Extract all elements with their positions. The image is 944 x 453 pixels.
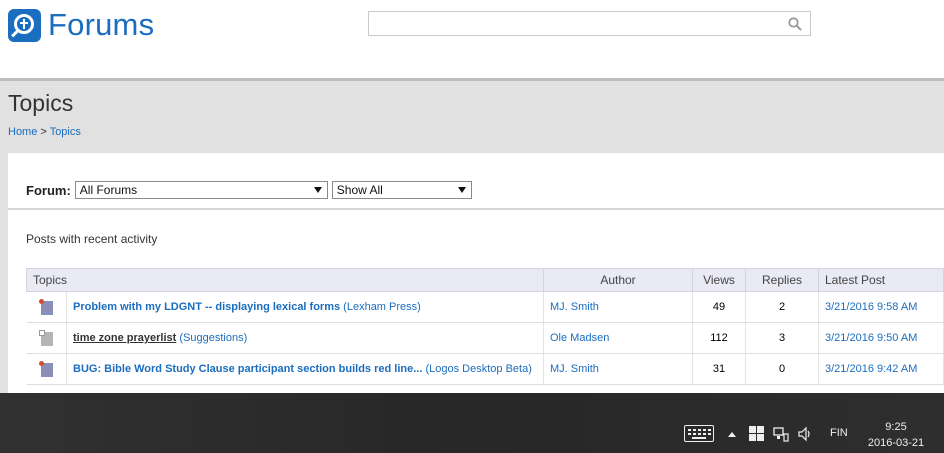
chevron-down-icon: [457, 187, 466, 193]
replies-cell: 3: [745, 322, 819, 354]
table-row[interactable]: time zone prayerlist (Suggestions) Ole Ma…: [26, 322, 944, 354]
chevron-down-icon: [313, 187, 322, 193]
table-row[interactable]: BUG: Bible Word Study Clause participant…: [26, 353, 944, 385]
clock[interactable]: 9:25 2016-03-21: [866, 419, 926, 451]
clock-time: 9:25: [885, 421, 907, 433]
replies-cell: 0: [745, 353, 819, 385]
breadcrumb: Home > Topics: [8, 126, 81, 138]
author-link[interactable]: MJ. Smith: [550, 301, 599, 313]
header-latest-post[interactable]: Latest Post: [818, 268, 944, 292]
page-title: Topics: [8, 90, 74, 116]
forum-select-value: All Forums: [79, 183, 138, 197]
topic-cell: Problem with my LDGNT -- displaying lexi…: [66, 291, 544, 323]
latest-post-cell: 3/21/2016 9:58 AM: [818, 291, 944, 323]
topic-title-link[interactable]: Problem with my LDGNT -- displaying lexi…: [73, 301, 340, 313]
search-icon[interactable]: [788, 17, 802, 31]
card-divider: [8, 208, 944, 210]
windows-icon[interactable]: [749, 426, 765, 442]
volume-icon[interactable]: [797, 426, 813, 442]
topic-icon-cell: [26, 322, 67, 354]
show-select-value: Show All: [336, 183, 383, 197]
forums-logo-icon: [8, 8, 41, 42]
latest-post-link[interactable]: 3/21/2016 9:42 AM: [825, 363, 917, 375]
forums-logo[interactable]: Forums: [8, 7, 154, 43]
latest-post-link[interactable]: 3/21/2016 9:50 AM: [825, 332, 917, 344]
replies-cell: 2: [745, 291, 819, 323]
topic-forum-link[interactable]: (Logos Desktop Beta): [425, 363, 531, 375]
logo-text: Forums: [48, 7, 155, 42]
topic-document-icon: [39, 299, 54, 315]
header-topics[interactable]: Topics: [26, 268, 544, 292]
search-input[interactable]: [369, 12, 779, 35]
language-indicator[interactable]: FIN: [830, 427, 848, 439]
topic-cell: BUG: Bible Word Study Clause participant…: [66, 353, 544, 385]
views-cell: 112: [692, 322, 746, 354]
recent-activity-label: Posts with recent activity: [26, 232, 158, 246]
show-select[interactable]: Show All: [331, 181, 472, 199]
breadcrumb-separator: >: [37, 126, 50, 138]
filter-row: Forum: All Forums Show All: [26, 181, 472, 199]
topic-icon-cell: [26, 291, 67, 323]
topic-title-link[interactable]: BUG: Bible Word Study Clause participant…: [73, 363, 422, 375]
topic-title-link[interactable]: time zone prayerlist: [73, 332, 176, 344]
breadcrumb-home[interactable]: Home: [8, 126, 37, 138]
topic-icon-cell: [26, 353, 67, 385]
header-replies[interactable]: Replies: [745, 268, 819, 292]
topic-forum-link[interactable]: (Suggestions): [179, 332, 247, 344]
site-header: Forums: [0, 0, 944, 80]
views-cell: 31: [692, 353, 746, 385]
forum-select[interactable]: All Forums: [74, 181, 328, 199]
topics-card: Forum: All Forums Show All Posts with re…: [8, 153, 944, 393]
topic-forum-link[interactable]: (Lexham Press): [343, 301, 421, 313]
topic-cell: time zone prayerlist (Suggestions): [66, 322, 544, 354]
topic-document-icon: [39, 361, 54, 377]
network-icon[interactable]: [773, 426, 789, 442]
breadcrumb-topics[interactable]: Topics: [50, 126, 81, 138]
table-row[interactable]: Problem with my LDGNT -- displaying lexi…: [26, 291, 944, 323]
header-author[interactable]: Author: [543, 268, 693, 292]
search-box[interactable]: [368, 11, 811, 36]
latest-post-cell: 3/21/2016 9:50 AM: [818, 322, 944, 354]
topics-table: Topics Author Views Replies Latest Post …: [26, 268, 944, 385]
keyboard-icon[interactable]: [684, 425, 714, 442]
latest-post-link[interactable]: 3/21/2016 9:58 AM: [825, 301, 917, 313]
author-link[interactable]: Ole Madsen: [550, 332, 609, 344]
views-cell: 49: [692, 291, 746, 323]
taskbar: [0, 393, 944, 453]
author-link[interactable]: MJ. Smith: [550, 363, 599, 375]
latest-post-cell: 3/21/2016 9:42 AM: [818, 353, 944, 385]
author-cell: MJ. Smith: [543, 291, 693, 323]
header-views[interactable]: Views: [692, 268, 746, 292]
author-cell: Ole Madsen: [543, 322, 693, 354]
topic-document-icon: [39, 330, 54, 346]
table-header-row: Topics Author Views Replies Latest Post: [26, 268, 944, 292]
clock-date: 2016-03-21: [867, 437, 925, 449]
author-cell: MJ. Smith: [543, 353, 693, 385]
forum-filter-label: Forum:: [26, 182, 71, 198]
chevron-up-icon[interactable]: [728, 432, 736, 437]
